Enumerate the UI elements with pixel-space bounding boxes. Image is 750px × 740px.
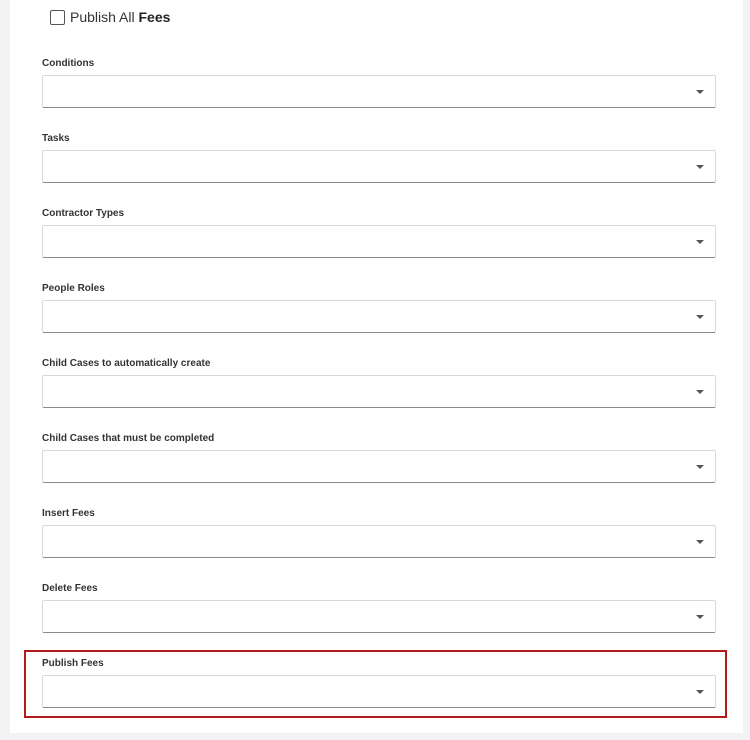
- chevron-down-icon[interactable]: [696, 465, 704, 469]
- conditions-label: Conditions: [42, 58, 95, 69]
- chevron-down-icon[interactable]: [696, 240, 704, 244]
- insert-fees-label: Insert Fees: [42, 508, 95, 519]
- child-cases-create-select[interactable]: [42, 375, 716, 408]
- publish-all-label: Publish All Fees: [70, 9, 171, 25]
- chevron-down-icon[interactable]: [696, 315, 704, 319]
- delete-fees-select[interactable]: [42, 600, 716, 633]
- child-cases-completed-select[interactable]: [42, 450, 716, 483]
- delete-fees-label: Delete Fees: [42, 583, 98, 594]
- publish-all-fees-checkbox[interactable]: Publish All Fees: [50, 9, 170, 25]
- chevron-down-icon[interactable]: [696, 690, 704, 694]
- checkbox-unchecked-icon[interactable]: [50, 9, 65, 25]
- chevron-down-icon[interactable]: [696, 90, 704, 94]
- contractor-types-label: Contractor Types: [42, 208, 125, 219]
- child-cases-create-label: Child Cases to automatically create: [42, 358, 211, 369]
- child-cases-completed-label: Child Cases that must be completed: [42, 433, 215, 444]
- tasks-select[interactable]: [42, 150, 716, 183]
- contractor-types-select[interactable]: [42, 225, 716, 258]
- people-roles-select[interactable]: [42, 300, 716, 333]
- chevron-down-icon[interactable]: [696, 165, 704, 169]
- conditions-select[interactable]: [42, 75, 716, 108]
- tasks-label: Tasks: [42, 133, 70, 144]
- publish-fees-select[interactable]: [42, 675, 716, 708]
- chevron-down-icon[interactable]: [696, 540, 704, 544]
- people-roles-label: People Roles: [42, 283, 105, 294]
- chevron-down-icon[interactable]: [696, 390, 704, 394]
- publish-fees-label: Publish Fees: [42, 658, 104, 669]
- insert-fees-select[interactable]: [42, 525, 716, 558]
- chevron-down-icon[interactable]: [696, 615, 704, 619]
